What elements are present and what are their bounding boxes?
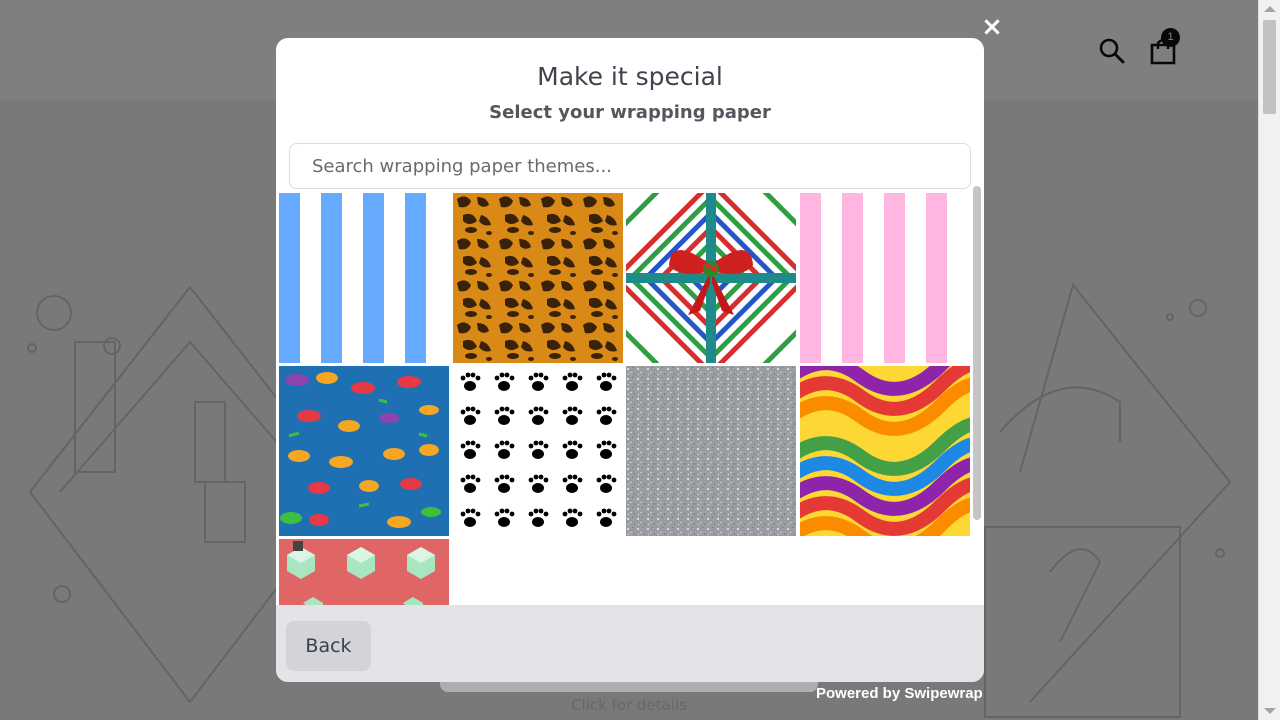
paper-tile-swipewrap[interactable] <box>279 539 449 605</box>
paper-tile-rainbow-waves[interactable] <box>800 366 970 536</box>
back-button[interactable]: Back <box>286 621 371 671</box>
scroll-up-arrow[interactable] <box>1264 6 1276 12</box>
scroll-thumb[interactable] <box>1263 20 1276 114</box>
close-icon[interactable]: × <box>979 14 1005 40</box>
paper-tile-leopard-print[interactable] <box>453 193 623 363</box>
paper-tile-cartoon-fish[interactable] <box>279 366 449 536</box>
modal-footer: Back <box>276 605 984 682</box>
wrapping-paper-modal: Make it special Select your wrapping pap… <box>276 38 984 682</box>
paper-tile-silver-glitter[interactable] <box>626 366 796 536</box>
grid-scrollbar-thumb[interactable] <box>973 186 981 520</box>
paper-tile-pink-stripes[interactable] <box>800 193 970 363</box>
paper-tile-paw-prints[interactable] <box>453 366 623 536</box>
page-scrollbar[interactable] <box>1258 0 1280 720</box>
powered-by-label[interactable]: Powered by Swipewrap <box>816 685 983 702</box>
scroll-down-arrow[interactable] <box>1264 708 1276 714</box>
search-input[interactable] <box>289 143 971 189</box>
modal-subtitle: Select your wrapping paper <box>489 102 771 123</box>
paper-tile-christmas-ribbon[interactable] <box>626 193 796 363</box>
details-bar <box>440 682 818 692</box>
paper-tile-blue-stripes[interactable] <box>279 193 449 363</box>
modal-title: Make it special <box>537 62 723 91</box>
paper-grid <box>276 193 984 605</box>
